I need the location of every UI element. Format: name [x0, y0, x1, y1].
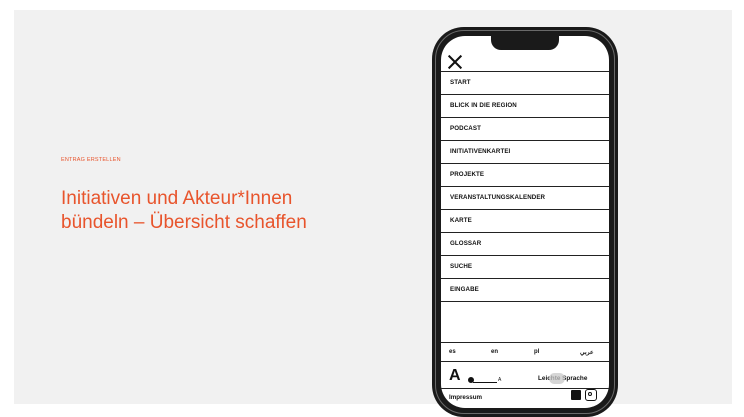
- menu-item-projekte[interactable]: PROJEKTE: [441, 164, 609, 187]
- slide: ENTRAG ERSTELLEN Initiativen und Akteur*…: [14, 10, 732, 417]
- easy-language-toggle[interactable]: [549, 373, 565, 384]
- facebook-icon[interactable]: [571, 390, 581, 400]
- lang-es[interactable]: es: [449, 349, 456, 355]
- font-size-control: A A Leichte Sprache: [449, 367, 603, 389]
- phone-mockup: START BLICK IN DIE REGION PODCAST INITIA…: [432, 27, 618, 417]
- menu-item-podcast[interactable]: PODCAST: [441, 118, 609, 141]
- section-kicker: ENTRAG ERSTELLEN: [61, 157, 121, 163]
- impressum-link[interactable]: Impressum: [449, 394, 482, 401]
- phone-notch: [491, 36, 559, 50]
- menu-item-initiativenkartei[interactable]: INITIATIVENKARTEI: [441, 141, 609, 164]
- instagram-icon[interactable]: [585, 389, 597, 401]
- navigation-menu: START BLICK IN DIE REGION PODCAST INITIA…: [441, 71, 609, 302]
- lang-en[interactable]: en: [491, 349, 498, 355]
- menu-item-eingabe[interactable]: EINGABE: [441, 279, 609, 302]
- divider: [441, 388, 609, 389]
- menu-item-karte[interactable]: KARTE: [441, 210, 609, 233]
- divider: [441, 361, 609, 362]
- menu-item-blick-in-die-region[interactable]: BLICK IN DIE REGION: [441, 95, 609, 118]
- menu-item-glossar[interactable]: GLOSSAR: [441, 233, 609, 256]
- menu-item-suche[interactable]: SUCHE: [441, 256, 609, 279]
- close-icon[interactable]: [448, 55, 462, 69]
- lang-pl[interactable]: pl: [534, 349, 539, 355]
- headline-line-2: bündeln – Übersicht schaffen: [61, 212, 307, 233]
- divider: [441, 342, 609, 343]
- font-size-large-label: A: [449, 367, 461, 384]
- font-size-slider-track[interactable]: [473, 382, 497, 383]
- menu-item-start[interactable]: START: [441, 72, 609, 95]
- headline: Initiativen und Akteur*Innen bündeln – Ü…: [61, 187, 401, 235]
- font-size-slider-handle[interactable]: [468, 377, 474, 383]
- menu-item-veranstaltungskalender[interactable]: VERANSTALTUNGSKALENDER: [441, 187, 609, 210]
- lang-ar[interactable]: عربي: [580, 349, 594, 356]
- headline-line-1: Initiativen und Akteur*Innen: [61, 188, 293, 209]
- phone-screen: START BLICK IN DIE REGION PODCAST INITIA…: [441, 36, 609, 408]
- font-size-small-label: A: [498, 377, 502, 383]
